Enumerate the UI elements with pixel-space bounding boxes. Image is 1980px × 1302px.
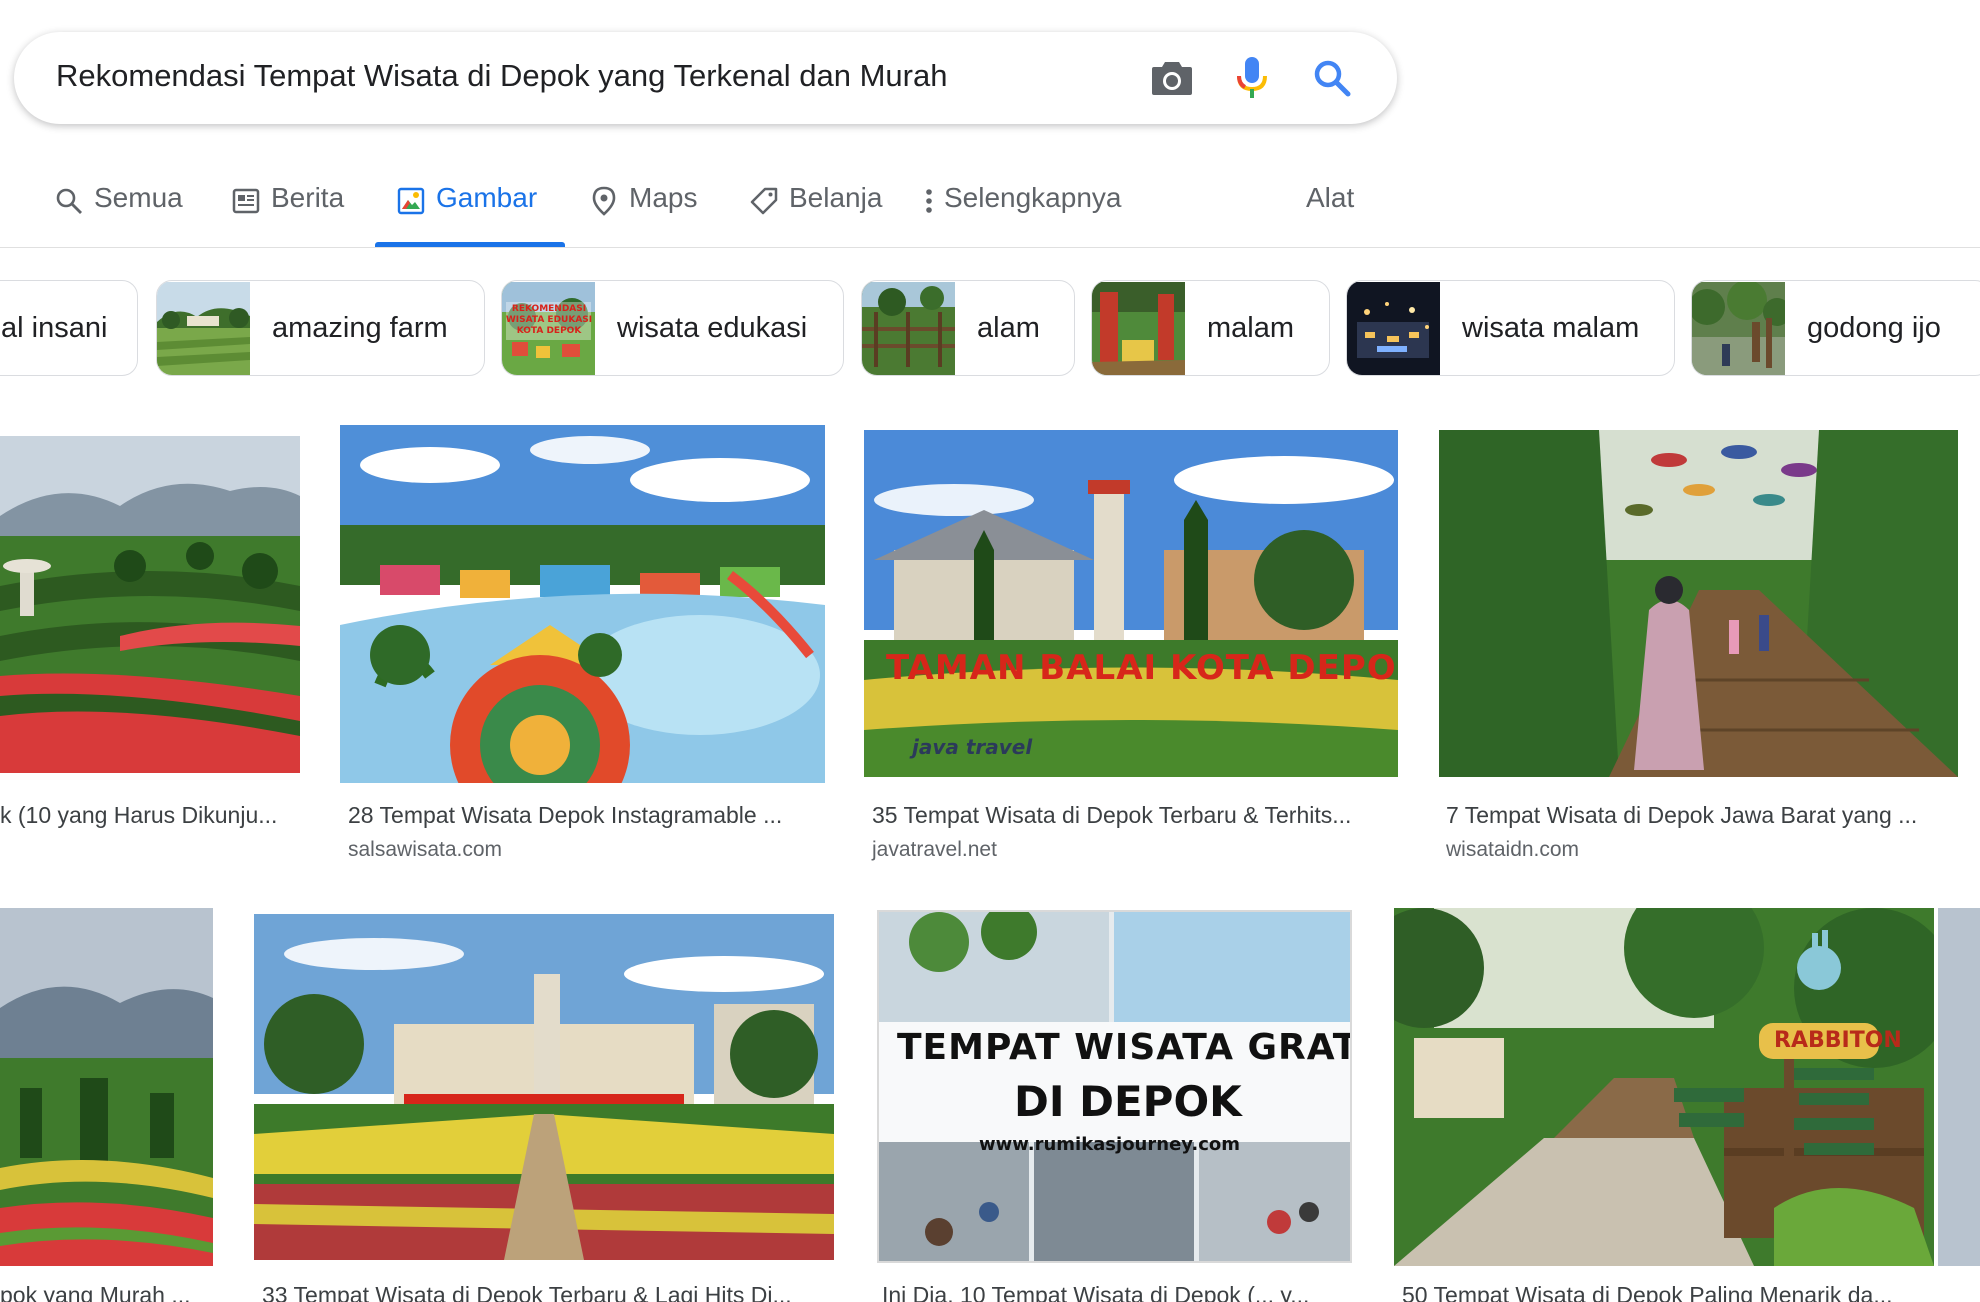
result-image-waterpark[interactable] [340, 425, 825, 783]
result-source[interactable]: javatravel.net [872, 838, 997, 862]
result-image-garden-2[interactable] [0, 908, 213, 1266]
search-box[interactable]: Rekomendasi Tempat Wisata di Depok yang … [14, 32, 1397, 124]
news-icon [231, 186, 261, 216]
chip-amazing-farm[interactable]: amazing farm [156, 280, 485, 376]
tab-label: Gambar [436, 182, 538, 213]
chip-label: amazing farm [272, 311, 448, 344]
result-image-boardwalk[interactable] [1439, 430, 1958, 777]
result-title[interactable]: 50 Tempat Wisata di Depok Paling Menarik… [1402, 1282, 1932, 1302]
image-watermark: java travel [912, 735, 1033, 759]
chip-al-insani[interactable]: al insani [0, 280, 138, 376]
image-icon [396, 186, 426, 216]
chip-thumbnail: REKOMENDASI WISATA EDUKASI KOTA DEPOK [502, 281, 595, 375]
microphone-icon[interactable] [1228, 54, 1276, 102]
active-tab-indicator [375, 242, 565, 247]
search-tabs: Semua Berita Gambar Maps Belanja Selengk… [0, 170, 1980, 248]
result-source[interactable]: salsawisata.com [348, 838, 502, 862]
chip-label: wisata malam [1462, 311, 1640, 344]
chip-thumbnail [862, 281, 955, 375]
chip-label: godong ijo [1807, 311, 1941, 344]
image-overlay-sign: TAMAN BALAI KOTA DEPOK [886, 648, 1398, 688]
chip-thumb-caption: REKOMENDASI WISATA EDUKASI KOTA DEPOK [505, 303, 593, 336]
tab-label: Berita [271, 182, 345, 213]
tab-label: Maps [629, 182, 698, 213]
tab-belanja[interactable]: Belanja [749, 182, 882, 248]
camera-icon[interactable] [1148, 54, 1196, 102]
image-overlay-url: www.rumikasjourney.com [979, 1134, 1240, 1155]
result-image-balai-kota[interactable]: TAMAN BALAI KOTA DEPOK java travel [864, 430, 1398, 777]
tab-label: Selengkapnya [944, 182, 1122, 213]
result-image-partial[interactable] [1938, 908, 1980, 1266]
image-overlay-title: TEMPAT WISATA GRATIS [897, 1027, 1352, 1068]
chip-alam[interactable]: alam [861, 280, 1075, 376]
image-overlay-sign: RABBITON [1774, 1028, 1902, 1053]
chip-label: al insani [1, 311, 108, 344]
tab-selengkapnya[interactable]: Selengkapnya [922, 182, 1121, 248]
tab-maps[interactable]: Maps [589, 182, 697, 248]
tab-gambar[interactable]: Gambar [396, 182, 537, 248]
chip-label: alam [977, 311, 1040, 344]
chip-label: malam [1207, 311, 1295, 344]
chip-malam[interactable]: malam [1091, 280, 1330, 376]
chip-wisata-edukasi[interactable]: REKOMENDASI WISATA EDUKASI KOTA DEPOK wi… [501, 280, 844, 376]
search-submit-icon[interactable] [1308, 54, 1356, 102]
tab-label: Semua [94, 182, 183, 213]
result-image-garden[interactable] [0, 436, 300, 773]
chip-thumbnail [1347, 281, 1440, 375]
map-pin-icon [589, 186, 619, 216]
result-title[interactable]: 35 Tempat Wisata di Depok Terbaru & Terh… [872, 802, 1392, 829]
result-image-tempat-wisata-gratis[interactable]: TEMPAT WISATA GRATIS DI DEPOK www.rumika… [877, 910, 1352, 1263]
image-overlay-subtitle: DI DEPOK [1014, 1077, 1242, 1126]
tab-berita[interactable]: Berita [231, 182, 344, 248]
result-title[interactable]: 33 Tempat Wisata di Depok Terbaru & Lagi… [262, 1282, 832, 1302]
chip-godong-ijo[interactable]: godong ijo [1691, 280, 1980, 376]
result-title[interactable]: k (10 yang Harus Dikunju... [0, 802, 300, 829]
search-input[interactable]: Rekomendasi Tempat Wisata di Depok yang … [56, 58, 947, 94]
result-title[interactable]: pok yang Murah ... [0, 1282, 213, 1302]
chip-label: wisata edukasi [617, 311, 808, 344]
chip-thumbnail [157, 281, 250, 375]
more-vert-icon [922, 186, 936, 216]
result-title[interactable]: 7 Tempat Wisata di Depok Jawa Barat yang… [1446, 802, 1956, 829]
result-source[interactable]: wisataidn.com [1446, 838, 1579, 862]
tab-semua[interactable]: Semua [54, 182, 183, 248]
chip-thumbnail [1092, 281, 1185, 375]
result-image-rabbiton[interactable]: RABBITON [1394, 908, 1934, 1266]
result-title[interactable]: Ini Dia, 10 Tempat Wisata di Depok (... … [882, 1282, 1347, 1302]
search-icon [54, 186, 84, 216]
result-image-balai-kota-2[interactable] [254, 914, 834, 1260]
chip-wisata-malam[interactable]: wisata malam [1346, 280, 1675, 376]
tab-label: Belanja [789, 182, 883, 213]
tools-label: Alat [1306, 182, 1355, 213]
tools-button[interactable]: Alat [1306, 182, 1354, 248]
tag-icon [749, 186, 779, 216]
result-title[interactable]: 28 Tempat Wisata Depok Instagramable ... [348, 802, 818, 829]
chip-thumbnail [1692, 281, 1785, 375]
